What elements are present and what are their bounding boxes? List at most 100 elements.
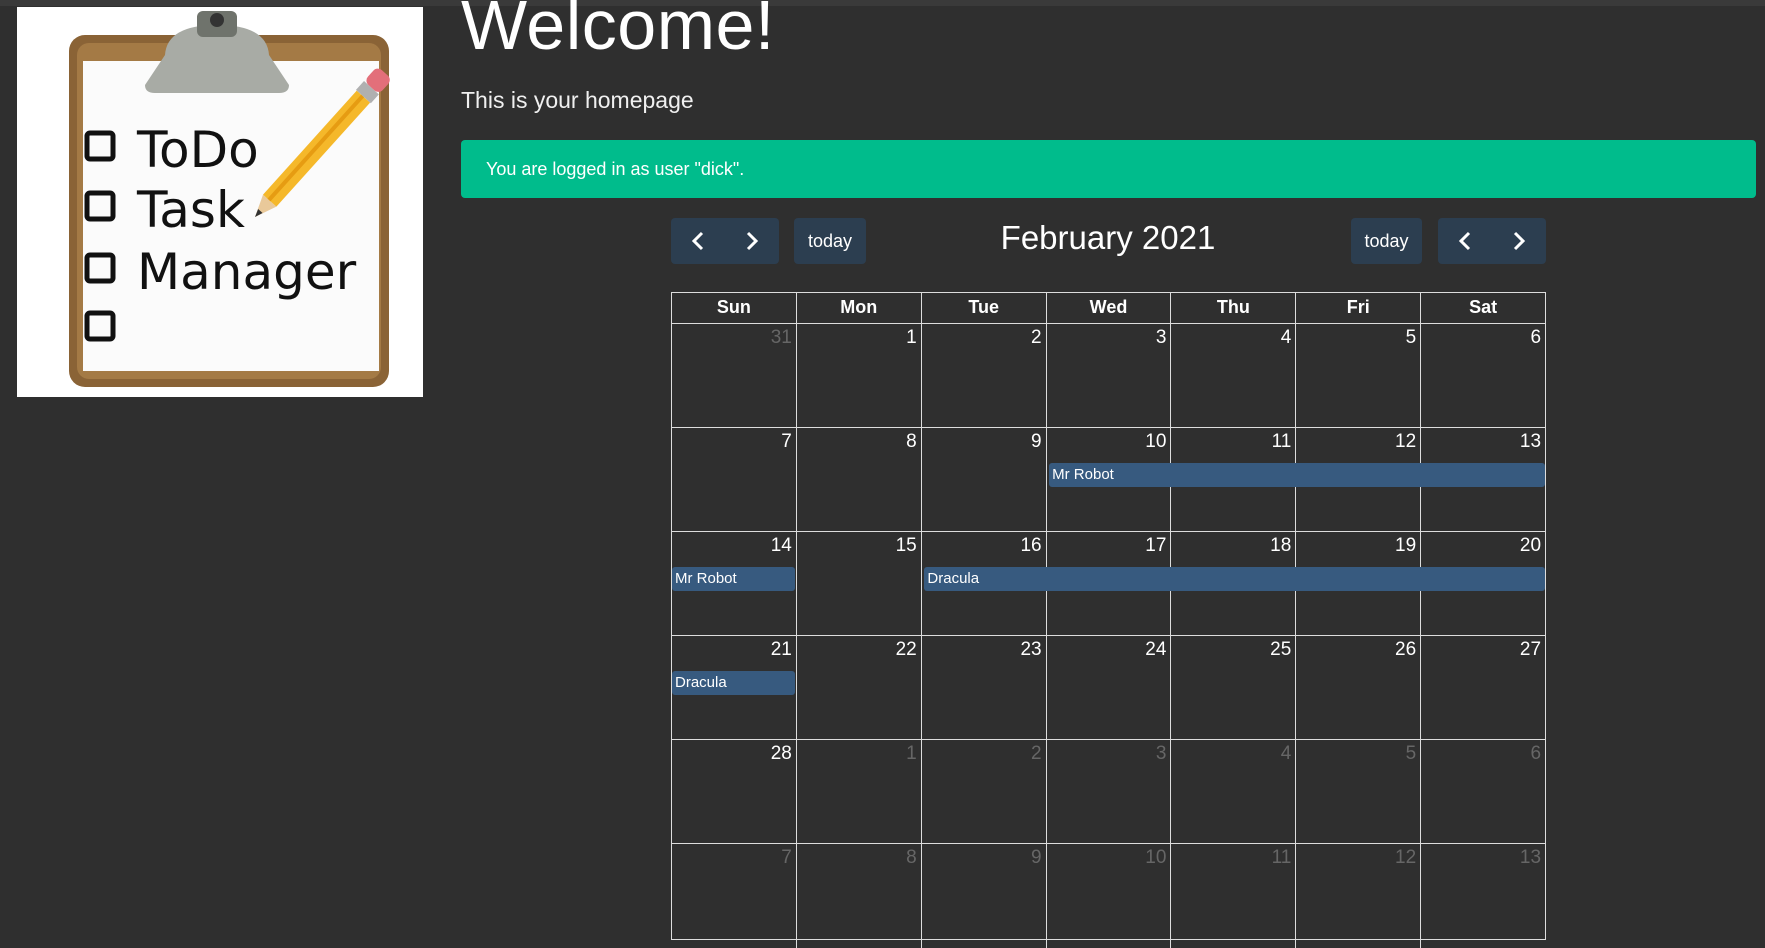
day-cell[interactable]: 12 bbox=[1295, 844, 1420, 948]
day-cell[interactable]: 3 bbox=[1045, 324, 1171, 427]
day-number: 11 bbox=[1271, 847, 1292, 868]
prev-month-button[interactable] bbox=[671, 218, 725, 264]
day-cell[interactable]: 31 bbox=[672, 324, 796, 427]
day-number: 26 bbox=[1395, 639, 1417, 660]
day-number: 6 bbox=[1530, 743, 1542, 764]
day-cell[interactable]: 5 bbox=[1295, 324, 1420, 427]
nav-button-group-left bbox=[671, 218, 779, 264]
chevron-left-icon bbox=[1458, 231, 1471, 251]
day-cell[interactable]: 15 bbox=[795, 532, 921, 635]
day-number: 24 bbox=[1145, 639, 1167, 660]
day-number: 31 bbox=[770, 327, 792, 348]
calendar-event[interactable]: Dracula bbox=[672, 671, 795, 695]
day-number: 2 bbox=[1031, 327, 1042, 348]
day-cell[interactable]: 5 bbox=[1295, 740, 1420, 843]
day-number: 17 bbox=[1145, 535, 1167, 556]
day-cell[interactable]: 4 bbox=[1170, 740, 1295, 843]
calendar-event[interactable]: Mr Robot bbox=[672, 567, 795, 591]
day-number: 7 bbox=[781, 847, 792, 868]
day-number: 21 bbox=[770, 639, 792, 660]
weekday-header-fri: Fri bbox=[1295, 293, 1420, 323]
day-cell[interactable]: 3 bbox=[1045, 740, 1171, 843]
today-button-left[interactable]: today bbox=[794, 218, 866, 264]
calendar-week: 14 15 16 17 18 19 20 Mr Robot Dracula bbox=[672, 532, 1545, 636]
day-number: 4 bbox=[1280, 743, 1292, 764]
page-subtitle: This is your homepage bbox=[461, 87, 694, 113]
login-status-text: You are logged in as user "dick". bbox=[486, 158, 745, 179]
day-cell[interactable]: 25 bbox=[1170, 636, 1295, 739]
day-number: 4 bbox=[1280, 327, 1292, 348]
day-number: 9 bbox=[1031, 847, 1042, 868]
day-number: 11 bbox=[1271, 431, 1292, 452]
day-number: 14 bbox=[770, 535, 792, 556]
prev-month-button-right[interactable] bbox=[1438, 218, 1492, 264]
day-cell[interactable]: 7 bbox=[672, 844, 796, 948]
day-number: 10 bbox=[1145, 847, 1167, 868]
weekday-header-tue: Tue bbox=[920, 293, 1046, 323]
day-cell[interactable]: 7 bbox=[672, 428, 796, 531]
day-cell[interactable]: 6 bbox=[1420, 324, 1545, 427]
day-number: 1 bbox=[906, 743, 917, 764]
day-number: 23 bbox=[1020, 639, 1042, 660]
day-cell[interactable]: 4 bbox=[1170, 324, 1295, 427]
day-cell[interactable]: 24 bbox=[1045, 636, 1171, 739]
day-cell[interactable]: 26 bbox=[1295, 636, 1420, 739]
logo-line-2: Task bbox=[136, 181, 245, 239]
day-cell[interactable]: 11 bbox=[1170, 844, 1295, 948]
day-number: 28 bbox=[770, 743, 792, 764]
day-number: 18 bbox=[1270, 535, 1292, 556]
calendar-event[interactable]: Dracula bbox=[924, 567, 1545, 591]
day-cell[interactable]: 28 bbox=[672, 740, 796, 843]
day-cell[interactable]: 23 bbox=[920, 636, 1046, 739]
day-number: 12 bbox=[1395, 847, 1417, 868]
day-number: 19 bbox=[1395, 535, 1417, 556]
day-number: 8 bbox=[906, 431, 917, 452]
logo-line-3: Manager bbox=[137, 243, 357, 301]
day-cell[interactable]: 27 bbox=[1420, 636, 1545, 739]
day-number: 16 bbox=[1020, 535, 1042, 556]
today-button-right[interactable]: today bbox=[1351, 218, 1422, 264]
page-title: Welcome! bbox=[461, 0, 775, 64]
day-number: 1 bbox=[906, 327, 917, 348]
day-cell[interactable]: 9 bbox=[920, 428, 1046, 531]
calendar-day-header: Sun Mon Tue Wed Thu Fri Sat bbox=[672, 293, 1545, 324]
calendar-week: 28 1 2 3 4 5 6 bbox=[672, 740, 1545, 844]
chevron-right-icon bbox=[1513, 231, 1526, 251]
calendar-event[interactable]: Mr Robot bbox=[1049, 463, 1545, 487]
day-number: 12 bbox=[1395, 431, 1417, 452]
month-calendar: Sun Mon Tue Wed Thu Fri Sat 31 1 2 3 4 5 6 7 8 9 10 11 12 1… bbox=[671, 292, 1546, 948]
day-cell[interactable]: 8 bbox=[795, 428, 921, 531]
day-number: 13 bbox=[1519, 847, 1542, 868]
weekday-header-sun: Sun bbox=[716, 297, 751, 317]
day-number: 3 bbox=[1155, 327, 1167, 348]
next-month-button[interactable] bbox=[725, 218, 779, 264]
day-number: 5 bbox=[1405, 743, 1417, 764]
logo-line-1: ToDo bbox=[136, 121, 259, 179]
weekday-header-wed: Wed bbox=[1045, 293, 1171, 323]
day-cell[interactable]: 2 bbox=[920, 324, 1046, 427]
day-number: 2 bbox=[1031, 743, 1042, 764]
day-cell[interactable]: 22 bbox=[795, 636, 921, 739]
day-number: 13 bbox=[1519, 431, 1542, 452]
day-cell[interactable]: 1 bbox=[795, 324, 921, 427]
day-cell[interactable]: 13 bbox=[1420, 844, 1545, 948]
login-status-alert: You are logged in as user "dick". bbox=[461, 140, 1756, 198]
day-cell[interactable]: 8 bbox=[795, 844, 921, 948]
day-number: 8 bbox=[906, 847, 917, 868]
chevron-right-icon bbox=[746, 231, 759, 251]
day-cell[interactable]: 1 bbox=[795, 740, 921, 843]
day-number: 22 bbox=[895, 639, 917, 660]
day-cell[interactable]: 6 bbox=[1420, 740, 1545, 843]
day-cell[interactable]: 9 bbox=[920, 844, 1046, 948]
day-number: 7 bbox=[781, 431, 792, 452]
day-cell[interactable]: 10 bbox=[1045, 844, 1171, 948]
calendar-week: 31 1 2 3 4 5 6 bbox=[672, 324, 1545, 428]
calendar-title: February 2021 bbox=[1000, 219, 1216, 256]
day-cell[interactable]: 2 bbox=[920, 740, 1046, 843]
next-month-button-right[interactable] bbox=[1492, 218, 1546, 264]
top-border bbox=[0, 0, 1765, 6]
day-number: 27 bbox=[1519, 639, 1542, 660]
weekday-header-thu: Thu bbox=[1170, 293, 1295, 323]
day-number: 3 bbox=[1155, 743, 1167, 764]
day-number: 25 bbox=[1270, 639, 1292, 660]
